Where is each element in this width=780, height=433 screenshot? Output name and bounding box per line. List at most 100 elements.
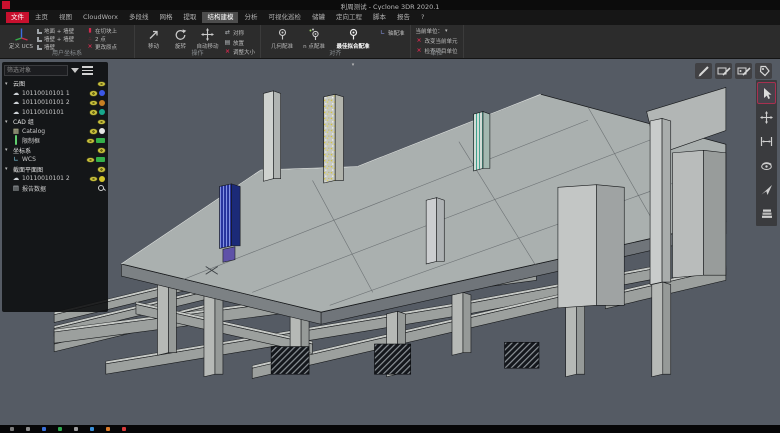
cloud-icon [12, 109, 20, 116]
tab-extract[interactable]: 提取 [178, 12, 201, 23]
tab-help[interactable]: ? [416, 12, 429, 23]
color-dot[interactable] [99, 176, 105, 182]
tree-item-wcs[interactable]: WCS [4, 155, 106, 165]
label-edit-alt-button[interactable] [735, 63, 752, 79]
tab-structure-modeling[interactable]: 结构建模 [202, 12, 238, 23]
tree-item-cloud-3[interactable]: 10110010101 [4, 108, 106, 118]
color-swatch[interactable] [96, 138, 105, 143]
visibility-eye-icon[interactable] [90, 177, 97, 182]
tab-cloudworx[interactable]: CloudWorx [78, 12, 123, 23]
tree-group-label: 云图 [13, 79, 96, 88]
color-dot[interactable] [99, 90, 105, 96]
tree-group-clouds[interactable]: 云图 [4, 79, 106, 89]
visibility-eye-icon[interactable] [98, 167, 105, 172]
visibility-eye-icon[interactable] [90, 129, 97, 134]
visibility-eye-icon[interactable] [90, 110, 97, 115]
move-button[interactable]: 移动 [140, 27, 167, 50]
magnifier-icon[interactable] [98, 185, 105, 192]
tab-mesh[interactable]: 网格 [154, 12, 177, 23]
taskbar-icon[interactable] [122, 427, 126, 431]
label-edit-button[interactable] [715, 63, 732, 79]
taskbar-icon[interactable] [58, 427, 62, 431]
collapse-caret-icon[interactable] [5, 81, 11, 87]
visibility-eye-icon[interactable] [98, 148, 105, 153]
ucs-wall-wall-button[interactable]: 墙壁 + 墙壁 [37, 35, 85, 43]
tree-item-section-cloud[interactable]: 10110010101 2 [4, 174, 106, 184]
ucs-on-cut-button[interactable]: 在切块上 [87, 27, 129, 35]
ucs-two-points-button[interactable]: 2 点 [87, 35, 129, 43]
menu-icon[interactable] [82, 66, 93, 75]
n-point-registration-button[interactable]: n 点配准 [298, 27, 330, 50]
tab-view[interactable]: 视图 [54, 12, 77, 23]
color-dot[interactable] [99, 100, 105, 106]
collapse-caret-icon[interactable] [5, 166, 11, 172]
filter-objects-input[interactable] [4, 65, 68, 76]
tree-item-limit-box[interactable]: 限制框 [4, 136, 106, 146]
tab-home[interactable]: 主页 [30, 12, 53, 23]
current-unit-dropdown[interactable]: 当前单位： [416, 27, 458, 35]
taskbar-icon[interactable] [42, 427, 46, 431]
axis-icon [12, 156, 20, 163]
tree-item-cloud-1[interactable]: 10110010101 1 [4, 89, 106, 99]
axis-registration-button[interactable]: 轴配准 [379, 29, 405, 37]
place-button[interactable]: 放置 [224, 39, 255, 47]
visibility-eye-icon[interactable] [87, 139, 94, 144]
tree-item-report-data[interactable]: 报告数据 [4, 184, 106, 194]
taskbar-icon[interactable] [26, 427, 30, 431]
move-arrow-icon [147, 28, 160, 41]
tab-visual-inspection[interactable]: 可视化巡检 [263, 12, 306, 23]
define-ucs-button[interactable]: 定义 UCS [5, 27, 37, 50]
pin-points-icon [308, 28, 321, 41]
viewport-3d[interactable] [0, 59, 780, 425]
visibility-eye-icon[interactable] [98, 120, 105, 125]
taskbar-icon[interactable] [106, 427, 110, 431]
tree-group-coordinate-systems[interactable]: 坐标系 [4, 146, 106, 156]
tree-group-cad[interactable]: CAD 组 [4, 117, 106, 127]
tab-tank[interactable]: 储罐 [307, 12, 330, 23]
tree-item-catalog[interactable]: Catalog [4, 127, 106, 137]
tree-item-cloud-2[interactable]: 10110010101 2 [4, 98, 106, 108]
taskbar-icon[interactable] [74, 427, 78, 431]
tree-group-section-views[interactable]: 截面平面图 [4, 165, 106, 175]
mirror-button[interactable]: 对称 [224, 29, 255, 37]
select-tool-button[interactable] [757, 82, 776, 104]
collapse-caret-icon[interactable] [5, 119, 11, 125]
ucs-ground-wall-button[interactable]: 地面 + 墙壁 [37, 27, 85, 35]
tab-file[interactable]: 文件 [6, 12, 29, 23]
tab-polylines[interactable]: 多段线 [124, 12, 154, 23]
fly-tool-button[interactable] [757, 178, 776, 200]
color-dot[interactable] [99, 109, 105, 115]
tab-script[interactable]: 脚本 [368, 12, 391, 23]
tab-report[interactable]: 报告 [392, 12, 415, 23]
orbit-tool-button[interactable] [757, 154, 776, 176]
tag-button[interactable] [755, 63, 772, 79]
wall-wall-icon [37, 37, 42, 42]
visibility-eye-icon[interactable] [98, 82, 105, 87]
auto-move-button[interactable]: 自动移动 [194, 27, 221, 50]
change-current-unit-button[interactable]: 改变当前单元 [416, 37, 458, 45]
visibility-eye-icon[interactable] [90, 101, 97, 106]
layers-tool-button[interactable] [757, 202, 776, 224]
cloud-icon [12, 90, 20, 97]
visibility-eye-icon[interactable] [87, 158, 94, 163]
color-dot[interactable] [99, 128, 105, 134]
rotate-button[interactable]: 旋转 [167, 27, 194, 50]
filter-icon[interactable] [71, 68, 79, 73]
taskbar-icon[interactable] [90, 427, 94, 431]
fly-icon [760, 183, 773, 196]
annotation-toolbar [695, 63, 772, 79]
color-swatch[interactable] [96, 157, 105, 162]
measure-distance-tool-button[interactable] [757, 130, 776, 152]
geometric-registration-button[interactable]: 几何配准 [266, 27, 298, 50]
label-pen-alt-icon [737, 65, 751, 77]
measure-pen-button[interactable] [695, 63, 712, 79]
tab-analysis[interactable]: 分析 [239, 12, 262, 23]
os-taskbar[interactable] [0, 425, 780, 433]
taskbar-icon[interactable] [10, 427, 14, 431]
visibility-eye-icon[interactable] [90, 91, 97, 96]
tab-alignment-engineering[interactable]: 定向工程 [331, 12, 367, 23]
collapse-caret-icon[interactable] [5, 147, 11, 153]
ribbon-group-align: 几何配准 n 点配准 最佳拟合配准 [261, 25, 411, 58]
ground-wall-icon [37, 29, 42, 34]
pan-tool-button[interactable] [757, 106, 776, 128]
